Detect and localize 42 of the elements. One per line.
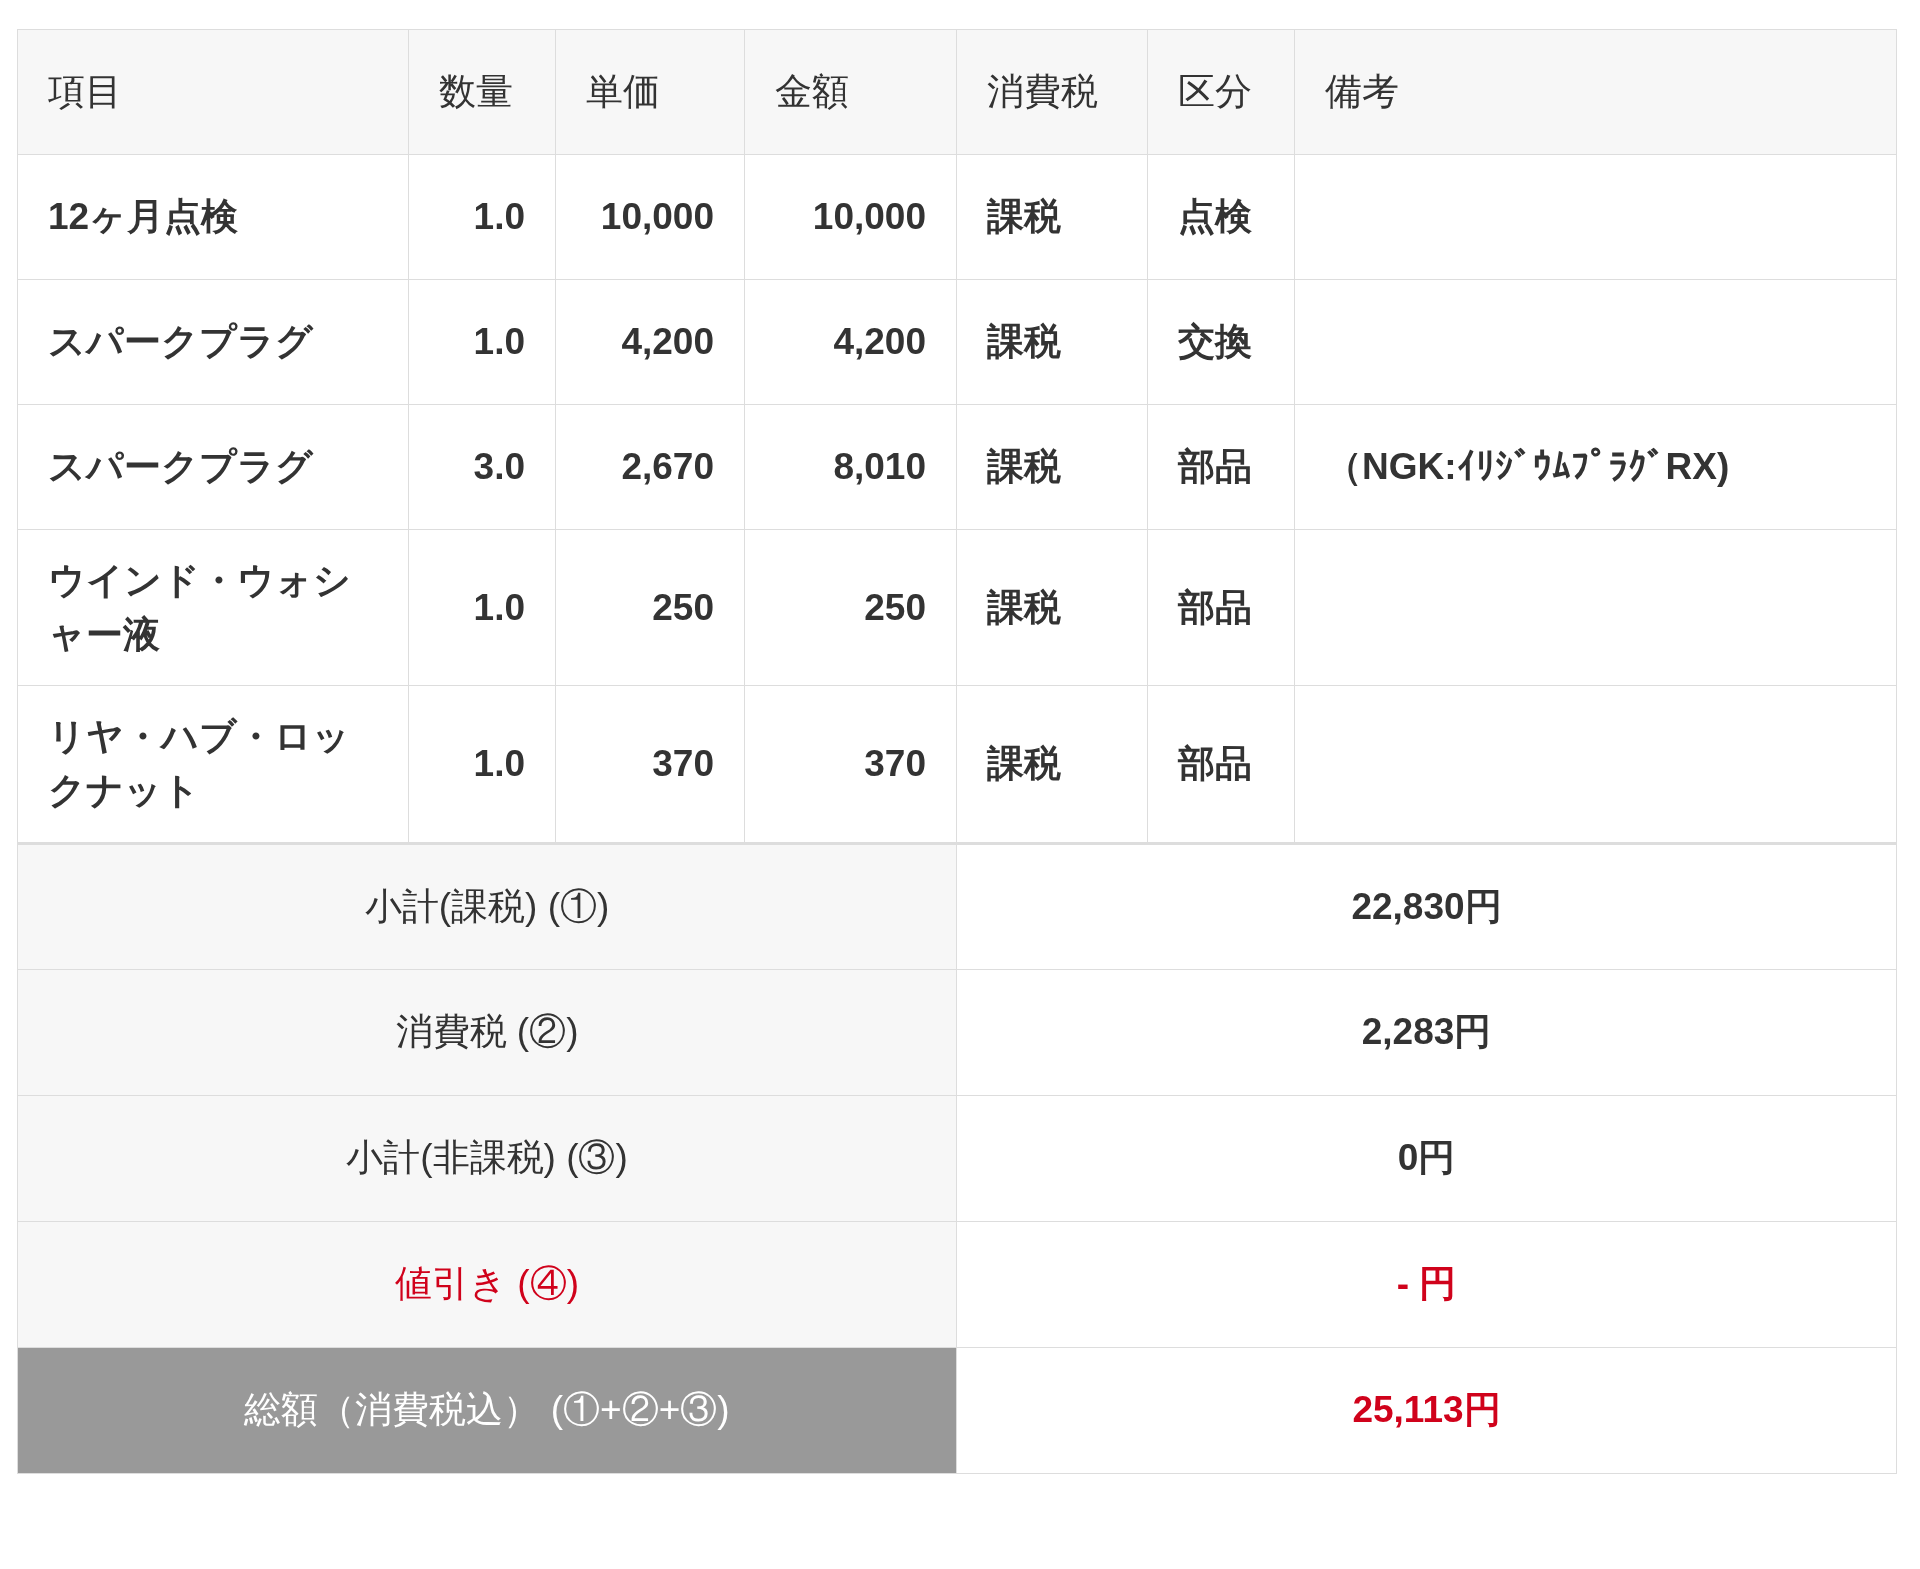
- table-cell: 250: [744, 529, 957, 686]
- table-cell: 4,200: [555, 279, 745, 405]
- table-cell: 3.0: [408, 404, 556, 530]
- table-cell: 課税: [956, 154, 1148, 280]
- summary-value: 25,113円: [956, 1347, 1897, 1474]
- table-cell: 1.0: [408, 279, 556, 405]
- table-cell: 点検: [1147, 154, 1295, 280]
- table-cell: 250: [555, 529, 745, 686]
- column-header: 数量: [408, 29, 556, 155]
- summary-label: 値引き (④): [17, 1221, 957, 1348]
- table-cell: 1.0: [408, 154, 556, 280]
- table-cell: 部品: [1147, 404, 1295, 530]
- table-cell: スパークプラグ: [17, 404, 409, 530]
- table-cell: 課税: [956, 529, 1148, 686]
- summary-label: 小計(課税) (①): [17, 843, 957, 970]
- table-cell: 課税: [956, 279, 1148, 405]
- summary-label: 小計(非課税) (③): [17, 1095, 957, 1222]
- summary-value: 2,283円: [956, 969, 1897, 1096]
- table-cell: 2,670: [555, 404, 745, 530]
- table-cell: ウインド・ウォシャー液: [17, 529, 409, 686]
- summary-label: 総額（消費税込） (①+②+③): [17, 1347, 957, 1474]
- table-cell: 8,010: [744, 404, 957, 530]
- table-cell: 部品: [1147, 529, 1295, 686]
- summary-value: 22,830円: [956, 843, 1897, 970]
- column-header: 消費税: [956, 29, 1148, 155]
- summary-label: 消費税 (②): [17, 969, 957, 1096]
- column-header: 備考: [1294, 29, 1897, 155]
- column-header: 単価: [555, 29, 745, 155]
- summary-value: 0円: [956, 1095, 1897, 1222]
- table-cell: 1.0: [408, 529, 556, 686]
- table-cell: 10,000: [555, 154, 745, 280]
- column-header: 区分: [1147, 29, 1295, 155]
- column-header: 金額: [744, 29, 957, 155]
- table-cell: スパークプラグ: [17, 279, 409, 405]
- column-header: 項目: [17, 29, 409, 155]
- table-cell: 交換: [1147, 279, 1295, 405]
- summary-value: - 円: [956, 1221, 1897, 1348]
- table-cell: 12ヶ月点検: [17, 154, 409, 280]
- table-cell: 10,000: [744, 154, 957, 280]
- table-cell: （NGK:ｲﾘｼﾞｳﾑﾌﾟﾗｸﾞRX): [1294, 404, 1897, 530]
- table-cell: 4,200: [744, 279, 957, 405]
- table-cell: 課税: [956, 404, 1148, 530]
